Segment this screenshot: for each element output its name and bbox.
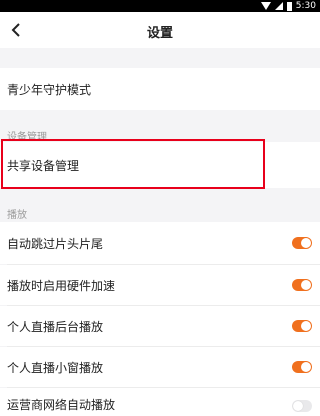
teen-mode-item[interactable]: 青少年守护模式 <box>0 68 320 110</box>
carrier-auto-toggle[interactable] <box>292 400 312 412</box>
live-pip-label: 个人直播小窗播放 <box>7 360 104 375</box>
live-bg-toggle[interactable] <box>292 320 312 332</box>
auto-skip-label: 自动跳过片头片尾 <box>7 236 104 251</box>
highlight-box <box>1 139 265 189</box>
hw-accel-label: 播放时启用硬件加速 <box>7 278 116 293</box>
battery-icon <box>286 1 292 11</box>
live-bg-label: 个人直播后台播放 <box>7 319 104 334</box>
status-bar: 5:30 <box>0 0 320 12</box>
auto-skip-item[interactable]: 自动跳过片头片尾 <box>0 222 320 264</box>
hw-accel-toggle[interactable] <box>292 279 312 291</box>
section-label-playback: 播放 <box>7 210 27 221</box>
wifi-icon <box>260 2 271 10</box>
signal-icon <box>274 2 283 10</box>
carrier-auto-label: 运营商网络自动播放 <box>7 398 116 412</box>
status-time: 5:30 <box>295 1 316 11</box>
nav-bar: 设置 <box>0 12 320 48</box>
teen-mode-label: 青少年守护模式 <box>7 82 92 97</box>
auto-skip-toggle[interactable] <box>292 237 312 249</box>
live-pip-item[interactable]: 个人直播小窗播放 <box>0 347 320 387</box>
page-title: 设置 <box>146 26 173 41</box>
carrier-auto-item[interactable]: 运营商网络自动播放 <box>0 388 320 416</box>
hw-accel-item[interactable]: 播放时启用硬件加速 <box>0 265 320 305</box>
live-pip-toggle[interactable] <box>292 361 312 373</box>
live-bg-item[interactable]: 个人直播后台播放 <box>0 306 320 346</box>
